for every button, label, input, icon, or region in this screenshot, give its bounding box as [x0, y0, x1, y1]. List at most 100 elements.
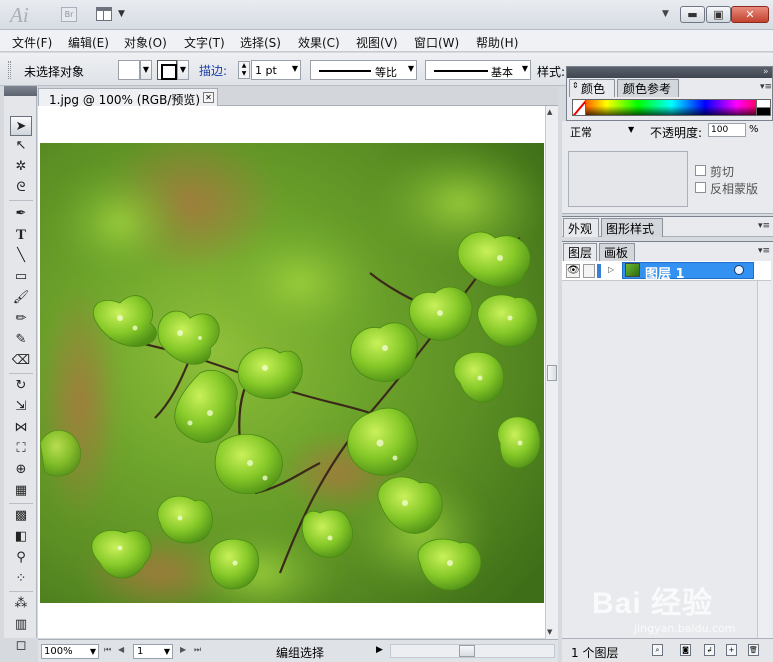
- selection-tool-icon[interactable]: ➤: [10, 116, 32, 136]
- chevron-down-icon[interactable]: ▼: [628, 125, 634, 134]
- rectangle-tool-icon[interactable]: ▭: [10, 267, 32, 287]
- artboard-tool-icon[interactable]: ◻: [10, 636, 32, 656]
- perspective-grid-tool-icon[interactable]: ▦: [10, 481, 32, 501]
- first-artboard-icon[interactable]: ⏮: [104, 645, 111, 655]
- stroke-weight-stepper[interactable]: ▲ ▼: [238, 61, 250, 79]
- status-menu-arrow-icon[interactable]: ▶: [376, 645, 383, 655]
- layer-name[interactable]: 图层 1: [645, 263, 685, 282]
- mesh-tool-icon[interactable]: ▩: [10, 506, 32, 526]
- pencil-tool-icon[interactable]: ✏: [10, 309, 32, 329]
- close-tab-icon[interactable]: ✕: [203, 92, 214, 103]
- chevron-down-icon: ▼: [407, 64, 414, 73]
- brush-definition-select[interactable]: 基本 ▼: [425, 60, 531, 80]
- eraser-tool-icon[interactable]: ⌫: [10, 351, 32, 371]
- color-spectrum[interactable]: [572, 99, 771, 116]
- current-tool-status[interactable]: 编组选择: [276, 644, 324, 661]
- close-button[interactable]: ✕: [731, 6, 769, 23]
- make-clipping-mask-icon[interactable]: ◙: [680, 644, 691, 656]
- gradient-tool-icon[interactable]: ◧: [10, 527, 32, 547]
- shape-builder-tool-icon[interactable]: ⊕: [10, 460, 32, 480]
- expand-arrow-icon[interactable]: ▷: [608, 265, 614, 274]
- fill-dropdown-icon[interactable]: ▼: [140, 60, 152, 80]
- eyedropper-tool-icon[interactable]: ⚲: [10, 548, 32, 568]
- artboard-number-field[interactable]: 1 ▼: [133, 644, 173, 659]
- menu-select[interactable]: 选择(S): [240, 34, 281, 51]
- line-segment-tool-icon[interactable]: ╲: [10, 246, 32, 266]
- placed-image[interactable]: [40, 143, 544, 603]
- stroke-label[interactable]: 描边:: [199, 62, 227, 79]
- type-tool-icon[interactable]: T: [10, 225, 32, 245]
- chevron-down-icon[interactable]: ▼: [118, 9, 125, 19]
- panel-options-arrow-icon[interactable]: ⇕: [572, 81, 579, 90]
- scale-tool-icon[interactable]: ⇲: [10, 397, 32, 417]
- graphic-style-label: 样式:: [537, 65, 566, 79]
- scroll-up-icon[interactable]: ▲: [547, 108, 552, 116]
- next-artboard-icon[interactable]: ▶: [180, 645, 186, 654]
- variable-width-profile-value: 等比: [375, 66, 397, 79]
- zoom-level-field[interactable]: 100% ▼: [41, 644, 99, 659]
- previous-artboard-icon[interactable]: ◀: [118, 645, 124, 654]
- locate-object-icon[interactable]: ⌕: [652, 644, 663, 656]
- appearance-panel: 外观 图形样式 ▾≡: [562, 216, 773, 237]
- delete-layer-icon[interactable]: 🗑: [748, 644, 759, 656]
- stroke-weight-field[interactable]: 1 pt ▼: [251, 60, 301, 80]
- fill-swatch[interactable]: [118, 60, 140, 80]
- width-tool-icon[interactable]: ⋈: [10, 418, 32, 438]
- black-white-swatch[interactable]: [756, 99, 771, 116]
- menu-help[interactable]: 帮助(H): [476, 34, 518, 51]
- toolbar-divider: [9, 373, 33, 374]
- free-transform-tool-icon[interactable]: ⛶: [10, 439, 32, 459]
- menu-type[interactable]: 文字(T): [184, 34, 225, 51]
- tools-panel-header[interactable]: [4, 86, 37, 96]
- scroll-down-icon[interactable]: ▼: [547, 628, 552, 636]
- pen-tool-icon[interactable]: ✒: [10, 204, 32, 224]
- last-artboard-icon[interactable]: ⏭: [194, 645, 201, 655]
- blend-tool-icon[interactable]: ⁘: [10, 569, 32, 589]
- menu-object[interactable]: 对象(O): [124, 34, 167, 51]
- invert-mask-checkbox[interactable]: [695, 182, 706, 193]
- menu-file[interactable]: 文件(F): [12, 34, 52, 51]
- minimize-button[interactable]: ▬: [680, 6, 705, 23]
- collapse-icon[interactable]: »: [763, 67, 769, 77]
- color-panel-header[interactable]: [567, 67, 772, 78]
- lasso-tool-icon[interactable]: ᘓ: [10, 178, 32, 198]
- opacity-field[interactable]: 100: [708, 123, 746, 137]
- menu-window[interactable]: 窗口(W): [414, 34, 459, 51]
- target-circle-icon[interactable]: [734, 265, 744, 275]
- object-thumbnail[interactable]: [568, 151, 688, 207]
- blob-brush-tool-icon[interactable]: ✎: [10, 330, 32, 350]
- horizontal-scrollbar[interactable]: [390, 644, 555, 658]
- magic-wand-tool-icon[interactable]: ✲: [10, 157, 32, 177]
- symbol-sprayer-tool-icon[interactable]: ⁂: [10, 594, 32, 614]
- arrange-documents-icon[interactable]: [96, 7, 112, 21]
- control-bar-grip[interactable]: [8, 61, 11, 79]
- create-sublayer-icon[interactable]: ↲: [704, 644, 715, 656]
- stroke-dropdown-icon[interactable]: ▼: [177, 60, 189, 80]
- direct-selection-tool-icon[interactable]: ↖: [10, 136, 32, 156]
- lock-toggle[interactable]: [583, 264, 595, 278]
- create-new-layer-icon[interactable]: +: [726, 644, 737, 656]
- document-tab[interactable]: 1.jpg @ 100% (RGB/预览) ✕: [38, 88, 218, 107]
- vertical-scroll-thumb[interactable]: [547, 365, 557, 381]
- menu-effect[interactable]: 效果(C): [298, 34, 340, 51]
- stroke-swatch[interactable]: [157, 60, 177, 80]
- menu-view[interactable]: 视图(V): [356, 34, 398, 51]
- panel-menu-icon[interactable]: ▾≡: [758, 246, 770, 256]
- panel-menu-icon[interactable]: ▾≡: [760, 82, 772, 92]
- none-color-swatch[interactable]: [572, 99, 586, 116]
- menu-edit[interactable]: 编辑(E): [68, 34, 109, 51]
- variable-width-profile-select[interactable]: 等比 ▼: [310, 60, 417, 80]
- layer-row[interactable]: 👁 ▷ 图层 1: [562, 261, 771, 282]
- paintbrush-tool-icon[interactable]: 🖌: [10, 288, 32, 308]
- workspace-switcher-chevron-icon[interactable]: ▼: [662, 9, 669, 19]
- panel-menu-icon[interactable]: ▾≡: [758, 221, 770, 231]
- horizontal-scroll-thumb[interactable]: [459, 645, 475, 657]
- rotate-tool-icon[interactable]: ↻: [10, 376, 32, 396]
- bridge-button[interactable]: Br: [61, 7, 77, 22]
- blend-mode-select[interactable]: 正常: [570, 124, 592, 140]
- visibility-eye-icon[interactable]: 👁: [566, 264, 580, 278]
- restore-button[interactable]: ▣: [706, 6, 731, 23]
- layers-scrollbar[interactable]: [757, 281, 771, 638]
- column-graph-tool-icon[interactable]: ▥: [10, 615, 32, 635]
- clip-checkbox[interactable]: [695, 165, 706, 176]
